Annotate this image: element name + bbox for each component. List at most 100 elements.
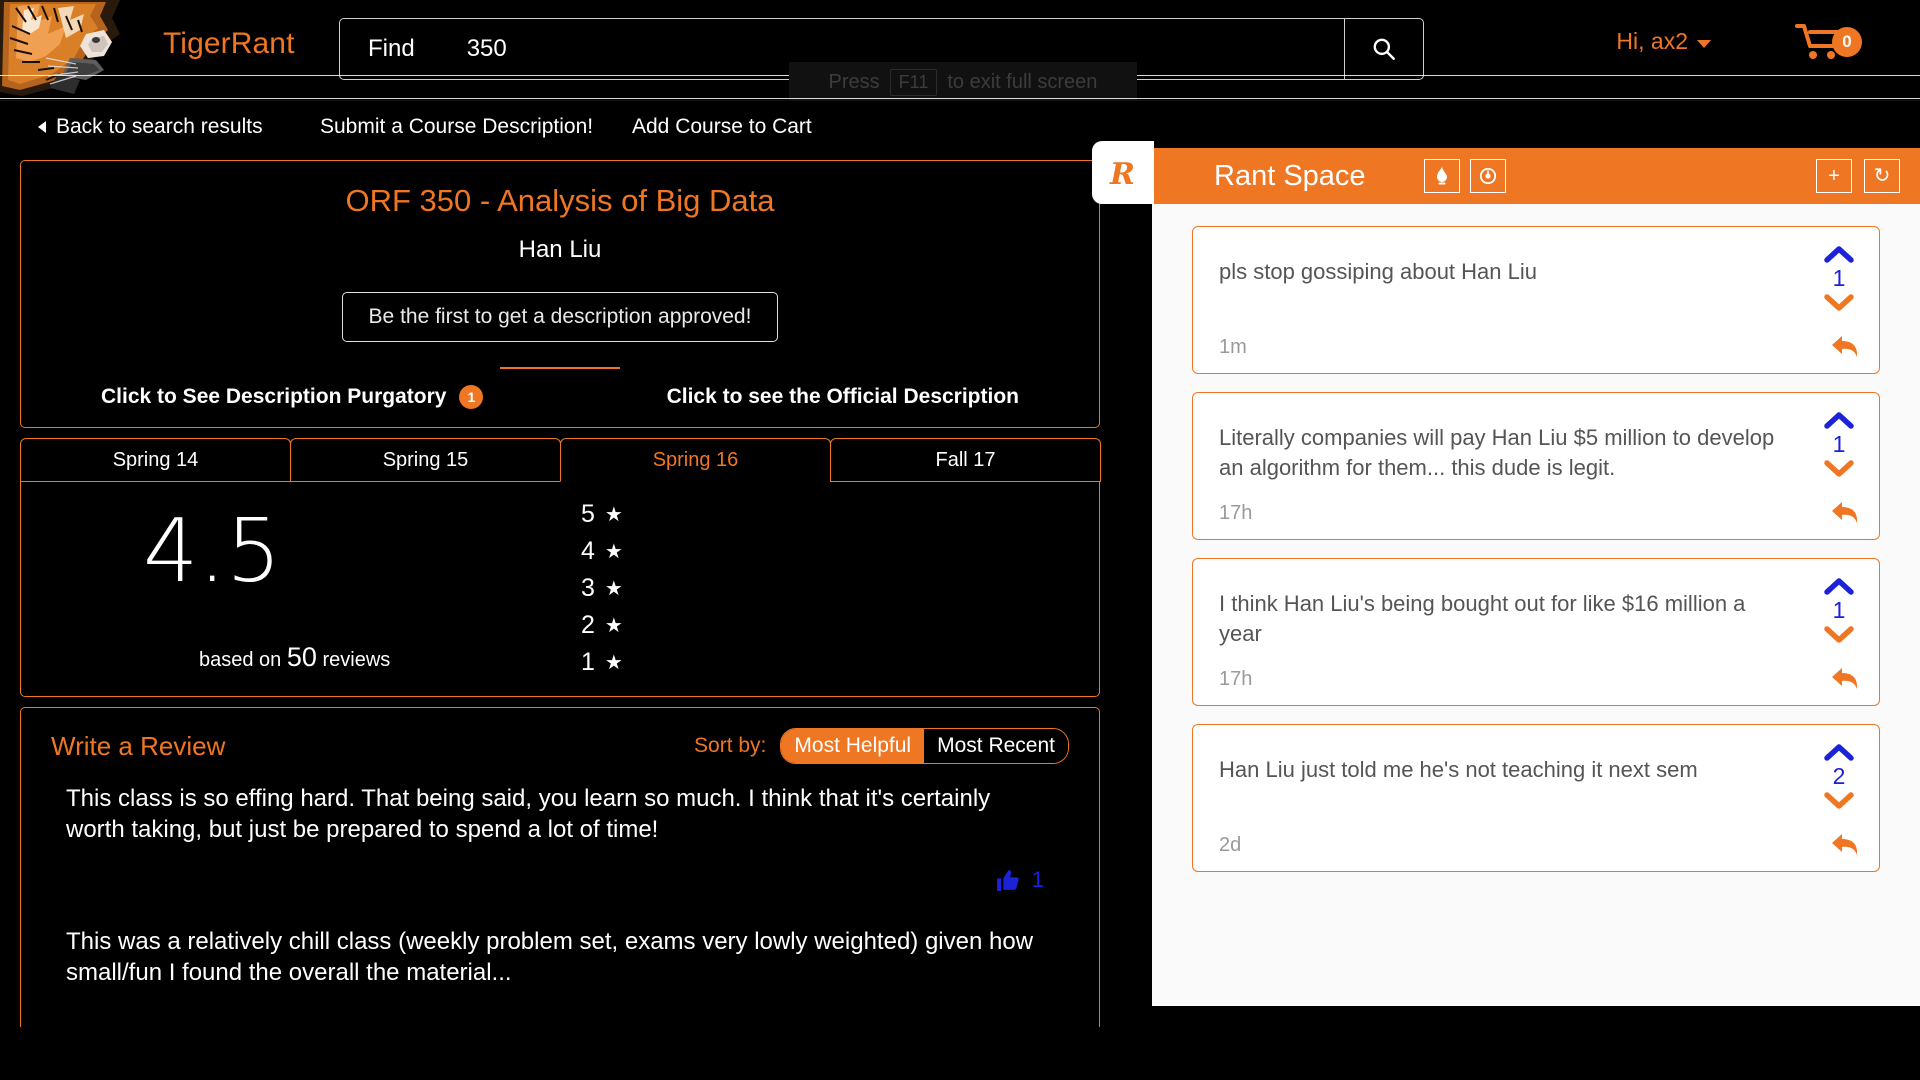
semester-section: Spring 14 Spring 15 Spring 16 Fall 17 4.…	[20, 438, 1100, 697]
rant-card: pls stop gossiping about Han Liu 1m 1	[1192, 226, 1880, 374]
divider	[500, 367, 620, 369]
account-greeting: Hi, ax2	[1616, 28, 1688, 55]
sidebar-item-back-to-search[interactable]: Back to search results	[38, 115, 263, 139]
svg-text:R: R	[1109, 157, 1135, 192]
star-row-5[interactable]: 5 ★	[581, 496, 623, 533]
rant-vote-controls: 1	[1813, 245, 1865, 312]
average-rating-value: 4.5	[143, 500, 281, 602]
reviews-card: Write a Review Sort by: Most Helpful Mos…	[20, 707, 1100, 1027]
rant-space-panel: R Rant Space	[1152, 148, 1920, 1006]
description-purgatory-link[interactable]: Click to See Description Purgatory 1	[101, 385, 667, 409]
chevron-left-icon	[38, 121, 46, 133]
rant-text: Literally companies will pay Han Liu $5 …	[1219, 423, 1779, 484]
rating-summary: 4.5 based on 50 reviews 5 ★ 4 ★	[20, 482, 1100, 697]
rant-text: Han Liu just told me he's not teaching i…	[1219, 755, 1779, 785]
sort-hot-button[interactable]	[1424, 159, 1460, 193]
rant-vote-count: 1	[1833, 265, 1846, 292]
sort-option-most-recent[interactable]: Most Recent	[924, 729, 1068, 763]
fullscreen-hint: Press F11 to exit full screen	[789, 62, 1137, 102]
downvote-button[interactable]	[1824, 791, 1854, 810]
course-professor: Han Liu	[21, 236, 1099, 264]
review-like-row[interactable]: 1	[66, 867, 1054, 893]
search-icon	[1371, 36, 1397, 62]
downvote-button[interactable]	[1824, 625, 1854, 644]
sort-recent-button[interactable]	[1470, 159, 1506, 193]
refresh-rants-button[interactable]: ↻	[1864, 159, 1900, 193]
chevron-up-icon	[1824, 411, 1854, 430]
downvote-button[interactable]	[1824, 459, 1854, 478]
rant-r-logo-icon[interactable]: R	[1092, 141, 1154, 204]
rant-card: Literally companies will pay Han Liu $5 …	[1192, 392, 1880, 540]
new-rant-button[interactable]: +	[1816, 159, 1852, 193]
description-links: Click to See Description Purgatory 1 Cli…	[21, 385, 1099, 409]
reply-button[interactable]	[1831, 831, 1861, 859]
reply-button[interactable]	[1831, 665, 1861, 693]
flame-hot-icon	[1433, 166, 1451, 186]
app-root: TigerRant Find 350 Press F11 to exit ful…	[0, 0, 1920, 1080]
upvote-button[interactable]	[1824, 577, 1854, 596]
reply-button[interactable]	[1831, 333, 1861, 361]
official-description-link[interactable]: Click to see the Official Description	[667, 385, 1019, 409]
downvote-button[interactable]	[1824, 293, 1854, 312]
brand-title[interactable]: TigerRant	[163, 27, 295, 61]
fullscreen-hint-before: Press	[829, 71, 880, 94]
thumbs-up-icon	[995, 868, 1020, 893]
upvote-button[interactable]	[1824, 743, 1854, 762]
rant-vote-count: 2	[1833, 763, 1846, 790]
rant-text: I think Han Liu's being bought out for l…	[1219, 589, 1779, 650]
clock-recent-icon	[1479, 166, 1497, 186]
get-description-approved-button[interactable]: Be the first to get a description approv…	[342, 292, 779, 342]
nav-item-submit-description[interactable]: Submit a Course Description!	[320, 115, 593, 139]
star-row-2[interactable]: 2 ★	[581, 607, 623, 644]
fullscreen-hint-key: F11	[890, 69, 938, 96]
reply-arrow-icon	[1831, 333, 1861, 361]
chevron-down-icon	[1824, 293, 1854, 312]
fullscreen-hint-line-bottom	[0, 98, 1920, 99]
sort-option-most-helpful[interactable]: Most Helpful	[781, 729, 924, 763]
star-row-1[interactable]: 1 ★	[581, 644, 623, 681]
star-icon: ★	[605, 576, 623, 601]
rant-space-title: Rant Space	[1214, 160, 1366, 193]
sort-by-label: Sort by:	[694, 734, 766, 758]
nav-label-submit: Submit a Course Description!	[320, 115, 593, 139]
chevron-up-icon	[1824, 743, 1854, 762]
rant-timestamp: 1m	[1219, 336, 1247, 359]
reply-button[interactable]	[1831, 499, 1861, 527]
nav-label-back: Back to search results	[56, 115, 263, 139]
star-icon: ★	[605, 650, 623, 675]
rant-vote-controls: 1	[1813, 411, 1865, 478]
rating-review-count: based on 50 reviews	[199, 642, 390, 673]
rant-timestamp: 17h	[1219, 502, 1252, 525]
tab-fall-17[interactable]: Fall 17	[830, 438, 1101, 482]
cart-button[interactable]: 0	[1795, 22, 1862, 62]
upvote-button[interactable]	[1824, 411, 1854, 430]
cart-count-badge: 0	[1832, 27, 1862, 57]
sort-toggle: Most Helpful Most Recent	[780, 728, 1069, 764]
upvote-button[interactable]	[1824, 245, 1854, 264]
review-item: This class is so effing hard. That being…	[66, 784, 1054, 989]
rant-text: pls stop gossiping about Han Liu	[1219, 257, 1779, 287]
rant-vote-controls: 1	[1813, 577, 1865, 644]
write-review-button[interactable]: Write a Review	[51, 731, 225, 762]
rant-vote-count: 1	[1833, 431, 1846, 458]
rant-action-buttons: + ↻	[1816, 159, 1900, 193]
search-button[interactable]	[1344, 18, 1424, 80]
star-icon: ★	[605, 502, 623, 527]
tab-spring-14[interactable]: Spring 14	[20, 438, 291, 482]
tiger-head-icon[interactable]	[0, 0, 155, 100]
rant-vote-count: 1	[1833, 597, 1846, 624]
tab-spring-16[interactable]: Spring 16	[560, 438, 831, 482]
tab-spring-15[interactable]: Spring 15	[290, 438, 561, 482]
review-count-number: 50	[287, 642, 317, 672]
star-row-label: 5	[581, 500, 595, 529]
star-row-label: 2	[581, 611, 595, 640]
course-info-card: ORF 350 - Analysis of Big Data Han Liu B…	[20, 160, 1100, 428]
star-row-label: 1	[581, 648, 595, 677]
nav-item-add-to-cart[interactable]: Add Course to Cart	[632, 115, 812, 139]
star-row-4[interactable]: 4 ★	[581, 533, 623, 570]
rant-vote-controls: 2	[1813, 743, 1865, 810]
main-content: ORF 350 - Analysis of Big Data Han Liu B…	[0, 160, 1120, 1080]
star-row-3[interactable]: 3 ★	[581, 570, 623, 607]
account-menu[interactable]: Hi, ax2	[1616, 28, 1711, 55]
chevron-down-icon	[1697, 40, 1711, 48]
